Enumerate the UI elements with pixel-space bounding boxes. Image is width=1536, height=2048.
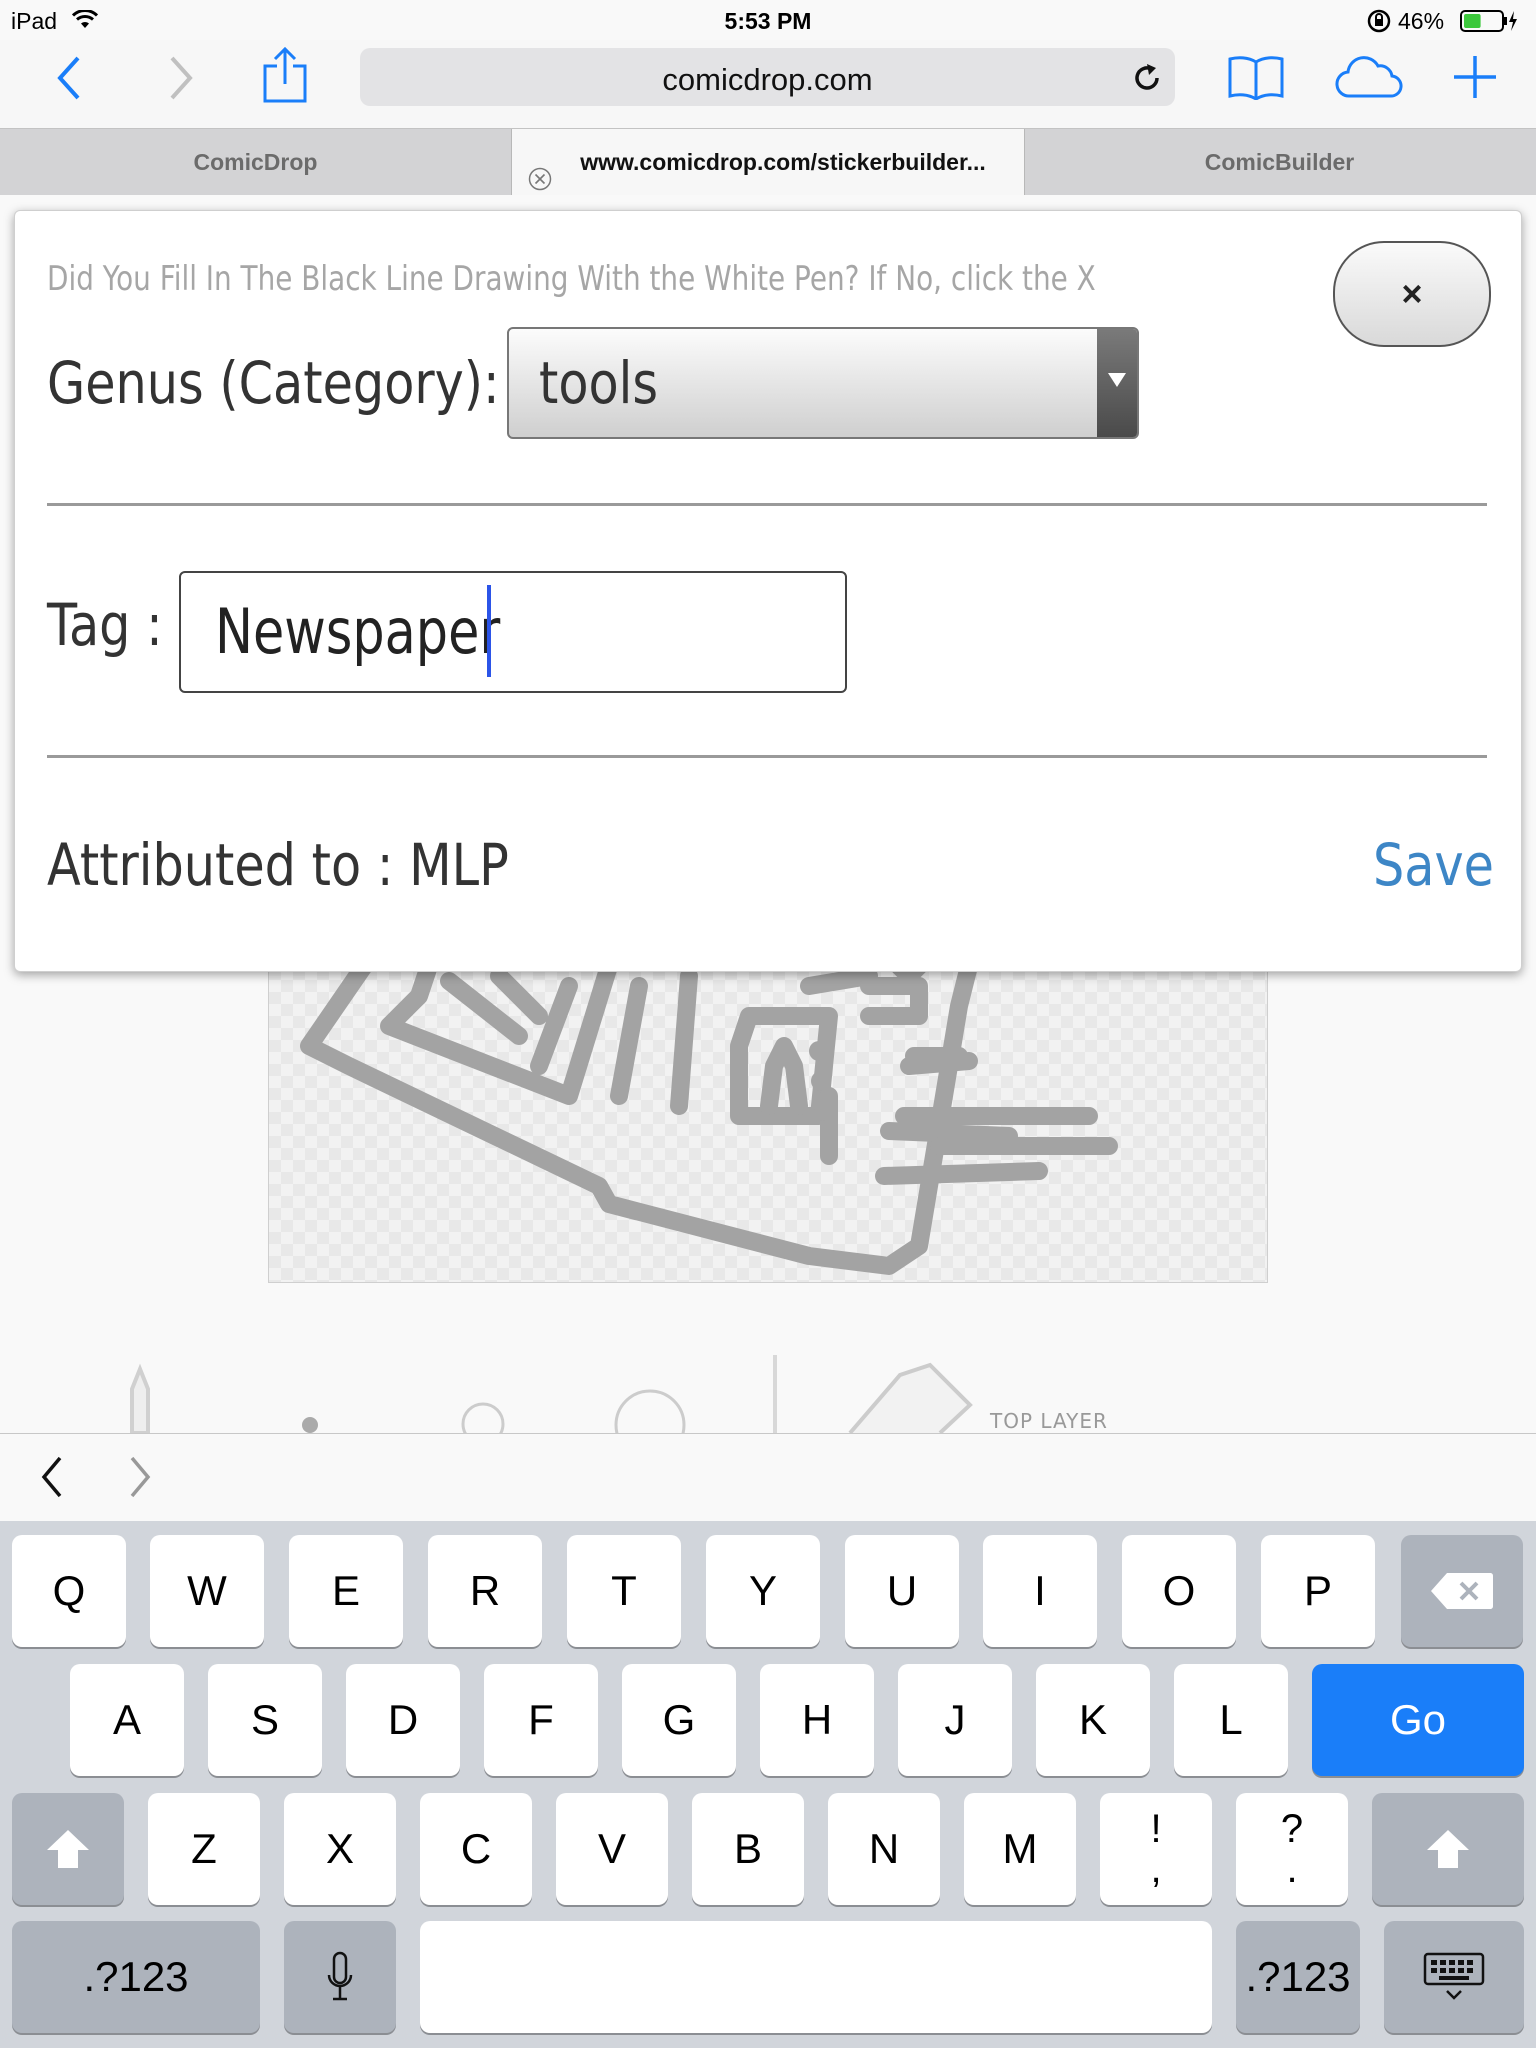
delete-key[interactable]: [1401, 1535, 1523, 1647]
newspaper-drawing: [300, 957, 1118, 1275]
url-text: comicdrop.com: [662, 62, 873, 97]
close-icon: ×: [1401, 273, 1423, 314]
key-i[interactable]: I: [983, 1535, 1097, 1647]
key-a[interactable]: A: [70, 1664, 184, 1776]
numbers-key-right[interactable]: .?123: [1236, 1921, 1360, 2033]
key-z[interactable]: Z: [148, 1793, 260, 1905]
address-bar[interactable]: comicdrop.com: [360, 48, 1175, 106]
save-button[interactable]: Save: [1373, 831, 1494, 899]
key-question-period[interactable]: ? .: [1236, 1793, 1348, 1905]
text-caret: [487, 585, 491, 677]
tab-label: www.comicdrop.com/stickerbuilder...: [580, 149, 986, 175]
tag-input-value: Newspaper: [215, 595, 501, 668]
onscreen-keyboard: Q W E R T Y U I O P A S D F G H J K L Go…: [0, 1521, 1536, 2048]
key-y[interactable]: Y: [706, 1535, 820, 1647]
notice-text: Did You Fill In The Black Line Drawing W…: [47, 259, 1096, 299]
key-j[interactable]: J: [898, 1664, 1012, 1776]
key-n[interactable]: N: [828, 1793, 940, 1905]
key-b[interactable]: B: [692, 1793, 804, 1905]
browser-toolbar: comicdrop.com: [0, 40, 1536, 128]
genus-label: Genus (Category):: [47, 349, 500, 417]
key-d[interactable]: D: [346, 1664, 460, 1776]
key-bottom-char: ,: [1150, 1847, 1162, 1891]
key-w[interactable]: W: [150, 1535, 264, 1647]
shift-key-left[interactable]: [12, 1793, 124, 1905]
previous-field-icon[interactable]: [38, 1454, 66, 1500]
key-g[interactable]: G: [622, 1664, 736, 1776]
key-r[interactable]: R: [428, 1535, 542, 1647]
clock: 5:53 PM: [724, 8, 812, 34]
key-h[interactable]: H: [760, 1664, 874, 1776]
tab-comicdrop[interactable]: ComicDrop: [0, 129, 511, 195]
dismiss-keyboard-key[interactable]: [1384, 1921, 1524, 2033]
bookmarks-icon[interactable]: [1228, 54, 1284, 105]
rotation-lock-icon: [1366, 8, 1392, 40]
go-key[interactable]: Go: [1312, 1664, 1524, 1776]
key-v[interactable]: V: [556, 1793, 668, 1905]
shift-key-right[interactable]: [1372, 1793, 1524, 1905]
backspace-icon: [1431, 1573, 1494, 1609]
tool-divider: [773, 1355, 777, 1433]
key-p[interactable]: P: [1261, 1535, 1375, 1647]
new-tab-icon[interactable]: [1452, 54, 1498, 105]
shift-icon: [47, 1830, 89, 1868]
attribution-label: Attributed to : MLP: [47, 831, 509, 899]
key-e[interactable]: E: [289, 1535, 403, 1647]
genus-value: tools: [539, 349, 659, 417]
key-top-char: ?: [1280, 1807, 1304, 1851]
keyboard-hide-icon: [1423, 1952, 1485, 2000]
eraser-icon[interactable]: [840, 1355, 990, 1433]
tag-input[interactable]: Newspaper: [179, 571, 847, 693]
next-field-icon[interactable]: [126, 1454, 154, 1500]
space-key[interactable]: [420, 1921, 1212, 2033]
back-icon[interactable]: [54, 54, 84, 107]
numbers-key-left[interactable]: .?123: [12, 1921, 260, 2033]
keyboard-accessory-bar: [0, 1433, 1536, 1522]
reload-icon[interactable]: [1131, 62, 1163, 99]
divider: [47, 503, 1487, 506]
tab-stickerbuilder[interactable]: www.comicdrop.com/stickerbuilder...: [511, 129, 1025, 195]
close-button[interactable]: ×: [1333, 241, 1491, 347]
battery-charging-icon: [1460, 10, 1518, 38]
dropdown-arrow-icon: [1097, 329, 1137, 437]
sticker-canvas[interactable]: [268, 955, 1268, 1283]
key-x[interactable]: X: [284, 1793, 396, 1905]
key-c[interactable]: C: [420, 1793, 532, 1905]
genus-select[interactable]: tools: [507, 327, 1139, 439]
key-l[interactable]: L: [1174, 1664, 1288, 1776]
key-q[interactable]: Q: [12, 1535, 126, 1647]
shift-icon: [1427, 1830, 1469, 1868]
tab-comicbuilder[interactable]: ComicBuilder: [1023, 129, 1536, 195]
key-top-char: !: [1150, 1807, 1162, 1851]
key-u[interactable]: U: [845, 1535, 959, 1647]
icloud-tabs-icon[interactable]: [1334, 56, 1404, 105]
brush-small-icon[interactable]: [300, 1415, 320, 1433]
forward-icon[interactable]: [166, 54, 196, 107]
key-o[interactable]: O: [1122, 1535, 1236, 1647]
key-exclamation-comma[interactable]: ! ,: [1100, 1793, 1212, 1905]
key-s[interactable]: S: [208, 1664, 322, 1776]
tag-label: Tag :: [47, 591, 163, 659]
key-f[interactable]: F: [484, 1664, 598, 1776]
dictation-key[interactable]: [284, 1921, 396, 2033]
key-t[interactable]: T: [567, 1535, 681, 1647]
brush-medium-icon[interactable]: [458, 1399, 508, 1433]
divider: [47, 755, 1487, 758]
tab-bar: ComicDrop www.comicdrop.com/stickerbuild…: [0, 128, 1536, 196]
key-k[interactable]: K: [1036, 1664, 1150, 1776]
sticker-details-dialog: Did You Fill In The Black Line Drawing W…: [14, 210, 1522, 972]
share-icon[interactable]: [262, 46, 308, 109]
drawing-tools: TOP LAYER: [0, 1355, 1536, 1433]
brush-large-icon[interactable]: [610, 1385, 690, 1433]
key-m[interactable]: M: [964, 1793, 1076, 1905]
key-bottom-char: .: [1286, 1847, 1298, 1891]
battery-percent: 46%: [1398, 8, 1445, 34]
top-layer-label[interactable]: TOP LAYER: [990, 1409, 1108, 1433]
status-bar: iPad 5:53 PM 46%: [0, 0, 1536, 40]
pen-tool-icon[interactable]: [120, 1355, 160, 1433]
microphone-icon: [327, 1951, 353, 2001]
